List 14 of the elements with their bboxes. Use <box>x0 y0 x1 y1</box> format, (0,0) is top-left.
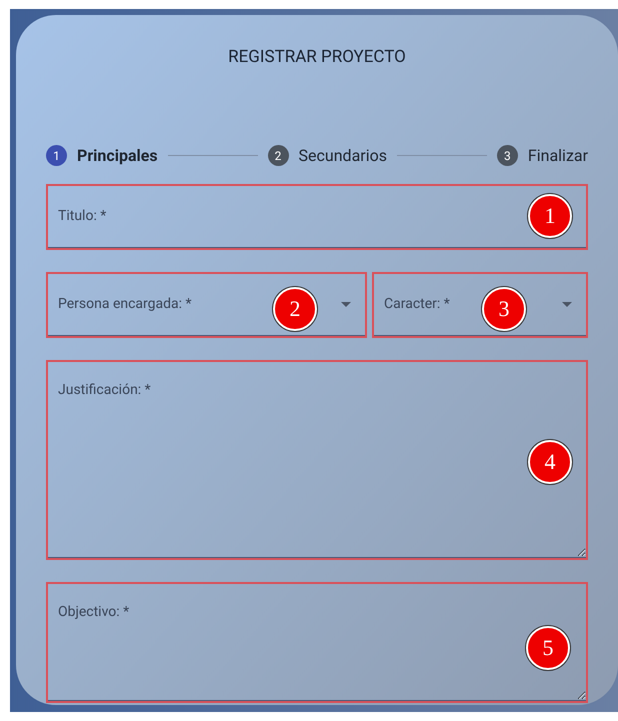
number-marker: 2 <box>273 286 317 330</box>
number-marker: 3 <box>482 286 526 330</box>
step-label[interactable]: Principales <box>77 144 158 168</box>
number-marker: 1 <box>528 194 572 238</box>
step-label[interactable]: Finalizar <box>528 144 588 168</box>
number-marker: 5 <box>526 626 570 670</box>
step-number[interactable]: 2 <box>268 145 289 166</box>
step-label[interactable]: Secundarios <box>298 144 387 168</box>
caret-icon[interactable] <box>341 302 351 306</box>
step-number[interactable]: 3 <box>496 145 518 166</box>
form-title: REGISTRAR PROYECTO <box>227 46 407 69</box>
step-number[interactable]: 1 <box>46 145 67 166</box>
caret-icon[interactable] <box>562 302 572 306</box>
number-marker: 4 <box>528 440 572 484</box>
